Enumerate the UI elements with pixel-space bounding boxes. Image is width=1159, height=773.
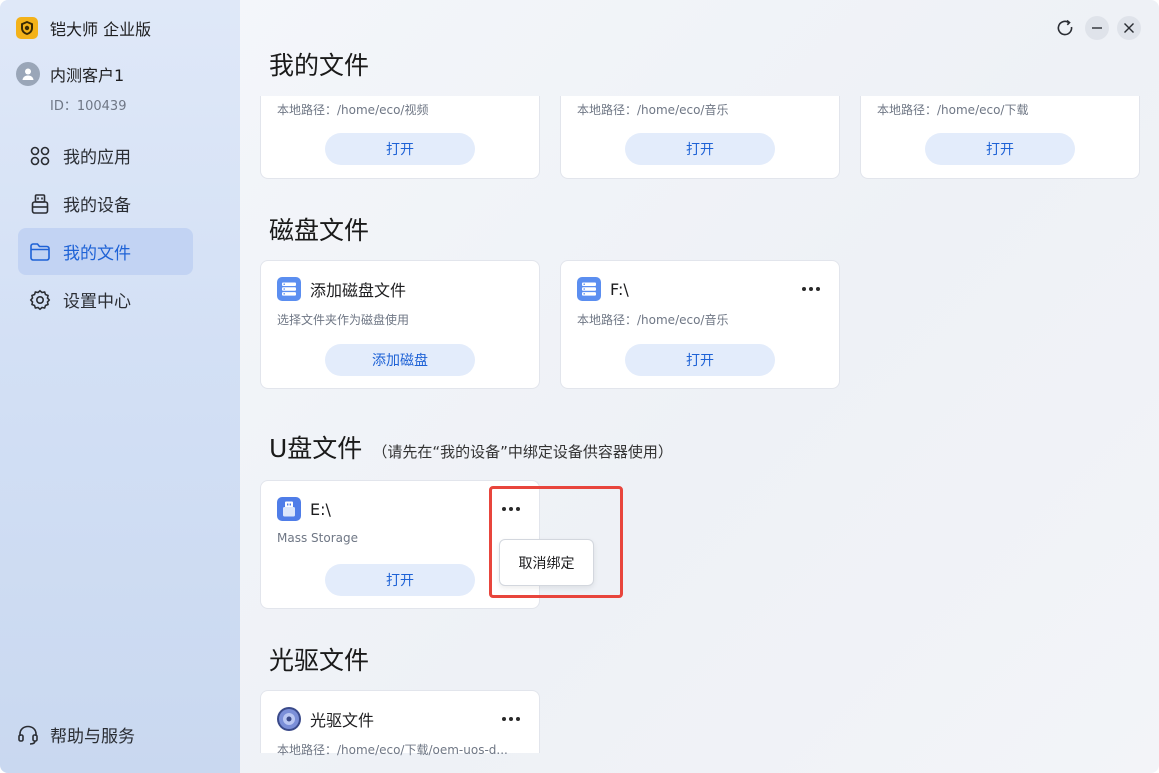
disk-icon	[277, 277, 301, 301]
sidebar-item-label: 我的文件	[63, 244, 131, 264]
open-button[interactable]: 打开	[925, 133, 1075, 165]
card-title: E:\	[310, 499, 331, 519]
card-path: 本地路径：/home/eco/视频	[277, 103, 429, 117]
sidebar-item-devices[interactable]: 我的设备	[18, 180, 193, 227]
disk-icon	[577, 277, 601, 301]
user-id: ID：100439	[50, 99, 127, 114]
sidebar-item-label: 设置中心	[63, 292, 131, 312]
usb-drive-icon	[277, 497, 301, 521]
sidebar-item-label: 我的设备	[63, 196, 131, 216]
section-title-optical-files: 光驱文件	[269, 646, 370, 675]
card-path: 本地路径：/home/eco/音乐	[577, 313, 729, 327]
card-desc: 选择文件夹作为磁盘使用	[277, 313, 410, 327]
open-button[interactable]: 打开	[625, 133, 775, 165]
user-name: 内测客户1	[50, 66, 125, 85]
card-head: 添加磁盘文件	[277, 277, 406, 301]
unbind-menu-item[interactable]: 取消绑定	[499, 539, 594, 586]
file-card-download: 本地路径：/home/eco/下载 打开	[860, 96, 1140, 179]
app-title: 铠大师 企业版	[16, 16, 151, 40]
usb-device-icon	[28, 192, 52, 216]
more-icon	[502, 717, 520, 721]
optical-card: 光驱文件 本地路径：/home/eco/下载/oem-uos-d...	[260, 690, 540, 757]
sidebar-nav: 我的应用 我的设备 我的文件 设置中心	[18, 132, 193, 324]
shield-logo-icon	[16, 17, 38, 39]
usb-section-title: U盘文件	[269, 434, 363, 463]
card-title: 添加磁盘文件	[310, 281, 407, 300]
section-title-disk-files: 磁盘文件	[269, 216, 370, 245]
more-options-button[interactable]	[799, 281, 823, 297]
help-service-link[interactable]: 帮助与服务	[16, 722, 135, 747]
card-path: 本地路径：/home/eco/下载	[877, 103, 1029, 117]
section-title-my-files: 我的文件	[269, 51, 370, 80]
sidebar-item-files[interactable]: 我的文件	[18, 228, 193, 275]
main-content: 我的文件 本地路径：/home/eco/视频 打开 本地路径：/home/eco…	[240, 0, 1159, 773]
sidebar-item-apps[interactable]: 我的应用	[18, 132, 193, 179]
gear-icon	[28, 288, 52, 312]
card-head: E:\	[277, 497, 331, 521]
add-disk-card: 添加磁盘文件 选择文件夹作为磁盘使用 添加磁盘	[260, 260, 540, 389]
add-disk-button[interactable]: 添加磁盘	[325, 344, 475, 376]
help-label: 帮助与服务	[50, 727, 135, 747]
open-button[interactable]: 打开	[325, 133, 475, 165]
card-title: F:\	[610, 279, 629, 299]
open-button[interactable]: 打开	[325, 564, 475, 596]
card-head: 光驱文件	[277, 707, 374, 731]
card-path: 本地路径：/home/eco/下载/oem-uos-d...	[277, 743, 508, 757]
cd-disc-icon	[277, 707, 301, 731]
app-name: 铠大师 企业版	[50, 20, 152, 39]
open-button[interactable]: 打开	[625, 344, 775, 376]
more-options-button[interactable]	[499, 711, 523, 727]
card-head: F:\	[577, 277, 629, 301]
folder-icon	[28, 240, 52, 264]
file-card-video: 本地路径：/home/eco/视频 打开	[260, 96, 540, 179]
file-card-music: 本地路径：/home/eco/音乐 打开	[560, 96, 840, 179]
apps-icon	[28, 144, 52, 168]
avatar[interactable]	[16, 62, 40, 86]
card-desc: Mass Storage	[277, 531, 358, 545]
headset-icon	[16, 723, 40, 747]
card-path: 本地路径：/home/eco/音乐	[577, 103, 729, 117]
sidebar: 铠大师 企业版 内测客户1 ID：100439 我的应用 我的设备 我的文件 设…	[0, 0, 240, 773]
card-title: 光驱文件	[310, 711, 375, 730]
sidebar-item-settings[interactable]: 设置中心	[18, 276, 193, 323]
more-icon	[802, 287, 820, 291]
app-window: 铠大师 企业版 内测客户1 ID：100439 我的应用 我的设备 我的文件 设…	[0, 0, 1159, 773]
section-title-usb-files: U盘文件 （请先在“我的设备”中绑定设备供容器使用）	[269, 429, 673, 465]
user-info[interactable]: 内测客户1	[16, 62, 124, 86]
disk-card-f: F:\ 本地路径：/home/eco/音乐 打开	[560, 260, 840, 389]
sidebar-item-label: 我的应用	[63, 148, 131, 168]
usb-section-subtitle: （请先在“我的设备”中绑定设备供容器使用）	[372, 443, 673, 461]
